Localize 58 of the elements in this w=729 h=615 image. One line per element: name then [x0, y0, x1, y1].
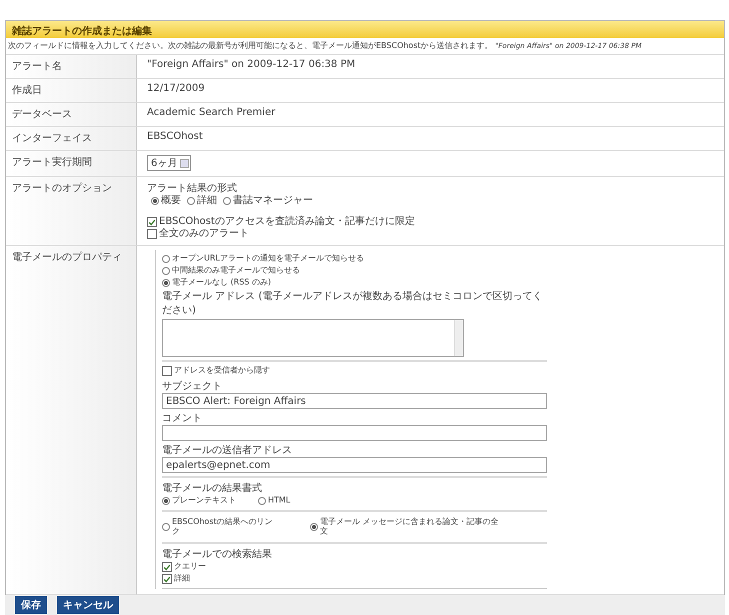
address-label: 電子メール アドレス (電子メールアドレスが複数ある場合はセミコロンで区切ってください) [162, 290, 544, 317]
input-field[interactable]: EBSCO Alert: Foreign Affairs [162, 393, 547, 409]
page-title: 雑誌アラートの作成または編集 [12, 26, 152, 37]
intro-text: 次のフィールドに情報を入力してください。次の雑誌の最新号が利用可能になると、電子メール通知がEBSCOhostから送信されます。 [8, 41, 493, 50]
period-select[interactable]: 6ヶ月 [147, 155, 192, 171]
row-label: アラートのオプション [12, 183, 112, 194]
format-label: 電子メールの結果書式 [162, 482, 262, 495]
radio-button[interactable] [162, 523, 170, 531]
radio-button[interactable] [162, 497, 170, 505]
radio-button[interactable] [258, 497, 266, 505]
radio-button[interactable] [310, 523, 318, 531]
radio-option[interactable]: 概要 [151, 195, 181, 207]
radio-option[interactable]: EBSCOhostの結果へのリンク [162, 515, 304, 539]
radio-button[interactable] [162, 279, 170, 287]
radio-option[interactable]: 電子メール メッセージに含まれる論文・記事の全文 [310, 515, 547, 539]
field-label: サブジェクト [162, 380, 222, 393]
radio-option[interactable]: 詳細 [187, 195, 217, 207]
row-value: EBSCOhost [147, 131, 203, 142]
radio-option[interactable]: プレーンテキスト [162, 495, 252, 507]
field-label: 電子メールの送信者アドレス [162, 444, 292, 457]
results-label: 電子メールでの検索結果 [162, 548, 272, 561]
radio-option[interactable]: 電子メールなし (RSS のみ) [162, 277, 296, 289]
radio-button[interactable] [162, 267, 170, 275]
form-button[interactable]: 保存 [15, 596, 47, 614]
radio-option[interactable]: オープンURLアラートの通知を電子メールで知らせる [162, 253, 412, 265]
field-label: コメント [162, 412, 202, 425]
row-label: アラート実行期間 [12, 157, 92, 168]
checkbox-option[interactable]: アドレスを受信者から隠す [162, 365, 294, 377]
row-value: 12/17/2009 [147, 83, 205, 94]
radio-option[interactable]: HTML [258, 495, 296, 507]
checkbox-option[interactable]: 全文のみのアラート [147, 228, 249, 240]
radio-button[interactable] [187, 197, 195, 205]
format-label: アラート結果の形式 [147, 182, 237, 194]
input-field[interactable] [162, 425, 547, 441]
row-label: インターフェイス [12, 133, 92, 144]
checkbox-option[interactable]: クエリー [162, 561, 214, 573]
address-textarea[interactable] [162, 319, 464, 357]
checkbox[interactable] [147, 217, 157, 227]
radio-option[interactable]: 書誌マネージャー [223, 195, 313, 207]
row-label: 作成日 [12, 85, 42, 96]
input-field[interactable]: epalerts@epnet.com [162, 457, 547, 473]
radio-button[interactable] [151, 197, 159, 205]
row-value: Academic Search Premier [147, 107, 276, 118]
checkbox-option[interactable]: EBSCOhostのアクセスを査読済み論文・記事だけに限定 [147, 216, 415, 228]
checkbox[interactable] [162, 366, 172, 376]
scrollbar [454, 320, 463, 356]
radio-option[interactable]: 中間結果のみ電子メールで知らせる [162, 265, 332, 277]
radio-button[interactable] [223, 197, 231, 205]
row-label: 電子メールのプロパティ [12, 252, 122, 263]
row-value: "Foreign Affairs" on 2009-12-17 06:38 PM [147, 59, 356, 70]
checkbox[interactable] [162, 574, 172, 584]
row-label: アラート名 [12, 61, 62, 72]
form-button[interactable]: キャンセル [57, 596, 119, 614]
checkbox[interactable] [147, 229, 157, 239]
checkbox-option[interactable]: 詳細 [162, 573, 194, 585]
radio-button[interactable] [162, 255, 170, 263]
checkbox[interactable] [162, 562, 172, 572]
row-label: データベース [12, 109, 72, 120]
